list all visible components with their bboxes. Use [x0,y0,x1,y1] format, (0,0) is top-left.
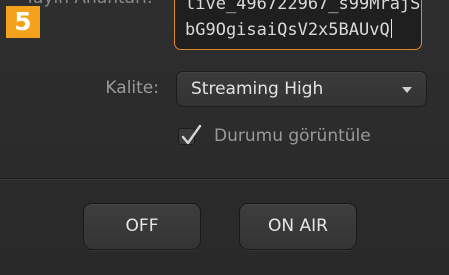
quality-selected-value: Streaming High [191,79,324,99]
stream-key-label: Yayın Anahtarı: [25,0,153,8]
streaming-settings-panel: 5 Yayın Anahtarı: live_496722967_s99Mraj… [0,0,449,275]
checkmark-icon [181,124,202,145]
stream-key-input[interactable]: live_496722967_s99MrajS bG9OgisaiQsV2x5B… [174,0,422,50]
quality-label: Kalite: [105,78,159,98]
chevron-down-icon [402,87,412,93]
stream-key-line-2-wrap: bG9OgisaiQsV2x5BAUvQ [185,17,411,43]
show-status-checkbox[interactable] [178,124,202,145]
show-status-label: Durumu görüntüle [214,126,371,146]
section-divider [0,178,449,179]
stream-key-line-1: live_496722967_s99MrajS [185,0,421,14]
text-caret [390,19,393,38]
off-button[interactable]: OFF [83,203,201,250]
on-air-button[interactable]: ON AIR [239,203,357,250]
stream-key-line-2: bG9OgisaiQsV2x5BAUvQ [185,20,390,40]
quality-select[interactable]: Streaming High [176,71,427,107]
step-badge: 5 [6,6,40,38]
